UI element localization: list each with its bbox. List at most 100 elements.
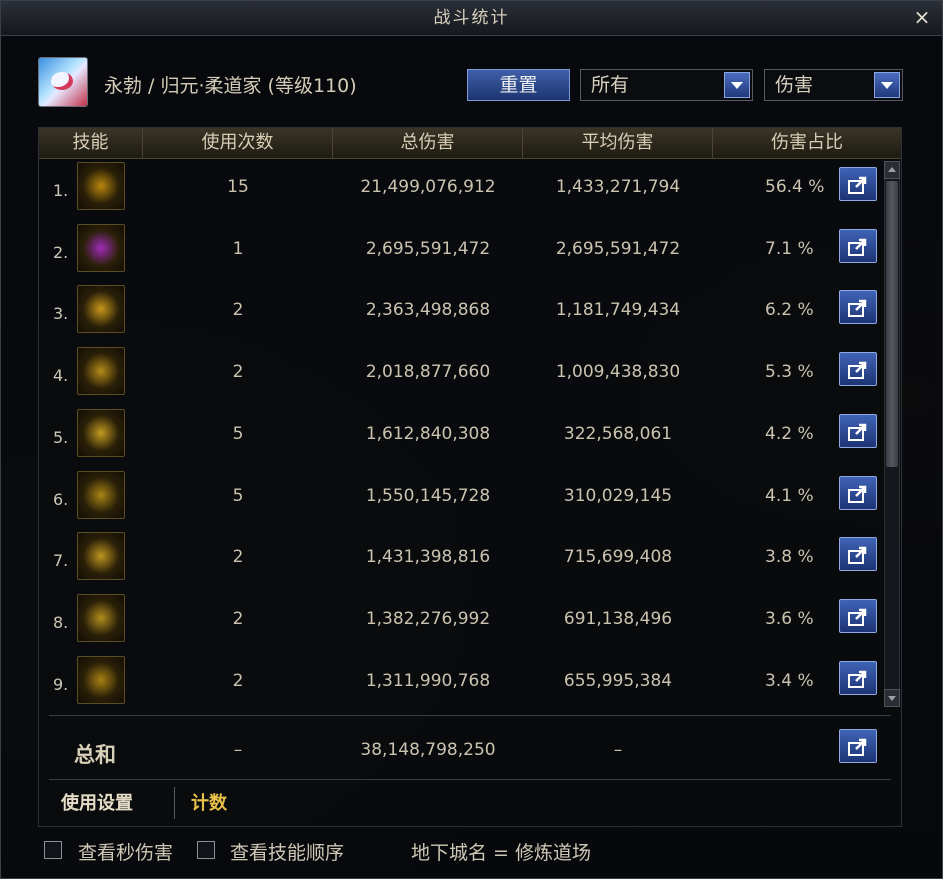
chevron-down-icon[interactable] [874, 72, 900, 98]
battle-stats-window: 战斗统计 × 永勃 / 归元·柔道家 (等级110) 重置 所有 伤害 技能 使… [0, 0, 943, 879]
ground-slam-icon[interactable] [77, 470, 125, 519]
row-avg-damage: 2,695,591,472 [555, 238, 681, 259]
row-rank: 5. [53, 427, 69, 447]
share-icon [848, 485, 867, 503]
row-uses: 5 [232, 485, 244, 506]
share-icon [848, 238, 867, 256]
type-select[interactable]: 伤害 [764, 69, 903, 101]
throw-skill-icon[interactable] [77, 532, 125, 581]
row-avg-damage: 322,568,061 [563, 423, 673, 444]
share-total-button[interactable] [839, 729, 877, 763]
row-rank: 2. [53, 242, 69, 262]
share-button[interactable] [839, 228, 877, 263]
kick-skill-icon[interactable] [77, 408, 125, 457]
header-skill[interactable]: 技能 [39, 128, 143, 158]
header-avg[interactable]: 平均伤害 [523, 128, 713, 158]
row-avg-damage: 655,995,384 [563, 670, 673, 691]
row-total-damage: 1,431,398,816 [365, 547, 491, 568]
row-uses: 2 [232, 547, 244, 568]
vortex-skill-icon[interactable] [77, 162, 125, 210]
share-button[interactable] [839, 537, 877, 572]
row-total-damage: 2,695,591,472 [365, 238, 491, 259]
scroll-down-button[interactable] [884, 689, 900, 707]
share-button[interactable] [839, 475, 877, 510]
share-button[interactable] [839, 598, 877, 633]
row-uses: 5 [232, 423, 244, 444]
row-rank: 9. [53, 674, 69, 694]
skill-order-checkbox[interactable] [197, 841, 215, 859]
table-row: 3. 2 2,363,498,868 1,181,749,434 6.2 % [39, 282, 879, 344]
filter-select-value: 所有 [591, 74, 630, 96]
reset-button[interactable]: 重置 [467, 69, 570, 101]
row-total-damage: 21,499,076,912 [360, 177, 496, 197]
share-button[interactable] [839, 660, 877, 695]
share-icon [848, 670, 867, 688]
row-total-damage: 1,311,990,768 [365, 670, 491, 691]
row-uses: 15 [227, 177, 249, 197]
share-button[interactable] [839, 290, 877, 325]
awakening-portrait-icon[interactable] [77, 223, 125, 272]
share-button[interactable] [839, 167, 877, 201]
total-label: 总和 [74, 743, 116, 767]
skill-order-checkbox-label: 查看技能顺序 [230, 842, 345, 864]
row-avg-damage: 310,029,145 [563, 485, 673, 506]
row-avg-damage: 1,009,438,830 [555, 362, 681, 383]
header-pct[interactable]: 伤害占比 [713, 128, 901, 158]
row-avg-damage: 1,433,271,794 [555, 177, 681, 197]
divider [49, 715, 891, 716]
rush-strike-icon[interactable] [77, 347, 125, 396]
row-avg-damage: 1,181,749,434 [555, 300, 681, 321]
total-damage: 38,148,798,250 [360, 740, 496, 760]
table-row: 9. 2 1,311,990,768 655,995,384 3.4 % [39, 653, 879, 715]
table-row: 1. 15 21,499,076,912 1,433,271,794 56.4 % [39, 159, 879, 221]
row-avg-damage: 715,699,408 [563, 547, 673, 568]
row-total-damage: 1,550,145,728 [365, 485, 491, 506]
spark-burst-icon[interactable] [77, 285, 125, 334]
scrollbar-thumb[interactable] [886, 181, 898, 467]
dps-checkbox[interactable] [44, 841, 62, 859]
table-row: 5. 5 1,612,840,308 322,568,061 4.2 % [39, 406, 879, 468]
row-total-damage: 2,018,877,660 [365, 362, 491, 383]
tab-count[interactable]: 计数 [191, 789, 227, 819]
dungeon-name: 地下城名 = 修炼道场 [411, 842, 591, 864]
row-uses: 2 [232, 670, 244, 691]
share-icon [848, 546, 867, 565]
grass-wave-icon[interactable] [77, 655, 125, 704]
row-rank: 4. [53, 366, 69, 386]
share-icon [848, 361, 867, 380]
total-uses: – [233, 740, 243, 760]
header-uses[interactable]: 使用次数 [143, 128, 333, 158]
scroll-up-button[interactable] [884, 161, 900, 179]
row-rank: 7. [53, 551, 69, 571]
character-name: 永勃 / 归元·柔道家 (等级110) [104, 75, 357, 97]
row-rank: 3. [53, 304, 69, 324]
share-icon [848, 738, 867, 756]
table-row: 7. 2 1,431,398,816 715,699,408 3.8 % [39, 529, 879, 591]
window-title: 战斗统计 [1, 1, 942, 36]
row-uses: 2 [232, 362, 244, 383]
total-avg: – [613, 740, 623, 760]
row-total-damage: 1,382,276,992 [365, 608, 491, 629]
character-avatar [38, 57, 88, 107]
row-total-damage: 2,363,498,868 [365, 300, 491, 321]
row-rank: 6. [53, 489, 69, 509]
row-rank: 8. [53, 612, 69, 632]
tab-usage-settings[interactable]: 使用设置 [61, 789, 133, 819]
close-icon[interactable]: × [912, 7, 932, 27]
table-row: 8. 2 1,382,276,992 691,138,496 3.6 % [39, 591, 879, 653]
row-total-damage: 1,612,840,308 [365, 423, 491, 444]
header-total[interactable]: 总伤害 [333, 128, 523, 158]
share-button[interactable] [839, 413, 877, 448]
tab-separator [174, 787, 175, 819]
share-button[interactable] [839, 352, 877, 387]
row-rank: 1. [53, 181, 69, 200]
chevron-down-icon[interactable] [724, 72, 750, 98]
share-icon [848, 176, 867, 194]
row-uses: 1 [232, 238, 244, 259]
row-avg-damage: 691,138,496 [563, 608, 673, 629]
type-select-value: 伤害 [775, 74, 814, 96]
share-icon [848, 423, 867, 441]
row-uses: 2 [232, 300, 244, 321]
filter-select[interactable]: 所有 [580, 69, 753, 101]
uppercut-skill-icon[interactable] [77, 593, 125, 642]
